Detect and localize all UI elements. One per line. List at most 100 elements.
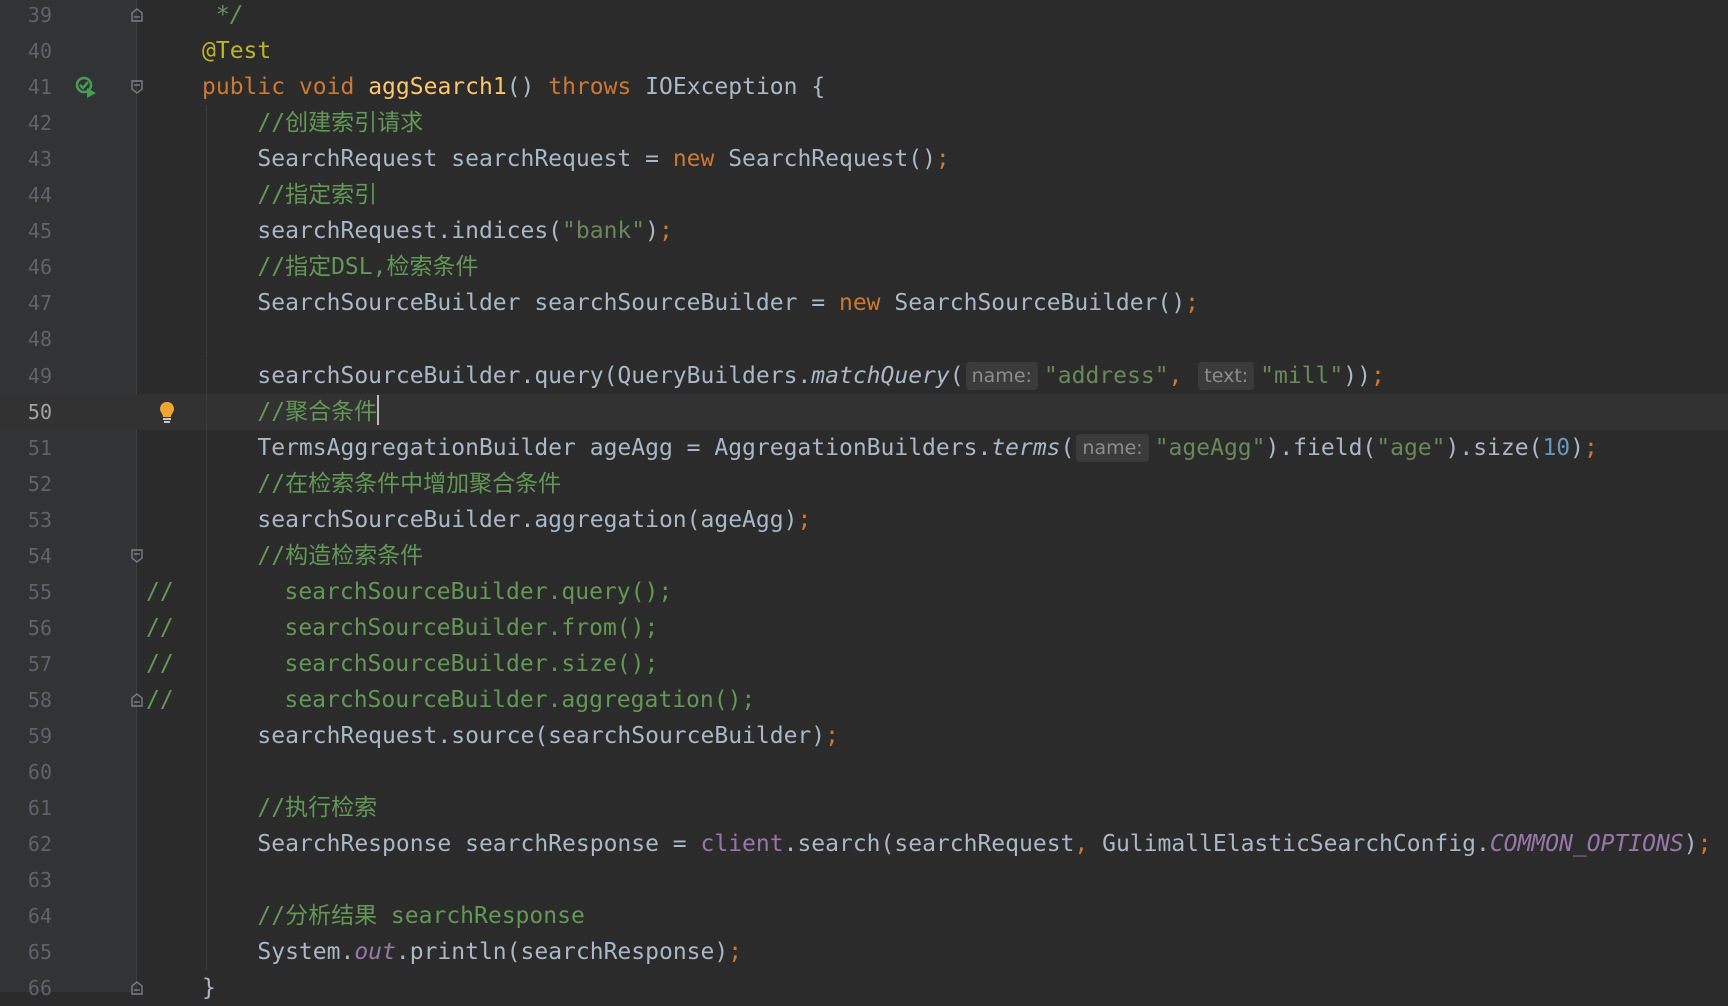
line-number[interactable]: 41 bbox=[0, 69, 52, 105]
code-line[interactable]: 49 searchSourceBuilder.query(QueryBuilde… bbox=[0, 357, 1728, 394]
code-text[interactable]: //聚合条件 bbox=[202, 394, 380, 430]
code-line[interactable]: 62 SearchResponse searchResponse = clien… bbox=[0, 826, 1728, 863]
line-number[interactable]: 61 bbox=[0, 790, 52, 826]
code-text[interactable]: //分析结果 searchResponse bbox=[202, 898, 585, 934]
line-number[interactable]: 62 bbox=[0, 826, 52, 862]
code-text[interactable]: //在检索条件中增加聚合条件 bbox=[202, 466, 561, 502]
line-number[interactable]: 59 bbox=[0, 718, 52, 754]
line-number[interactable]: 65 bbox=[0, 934, 52, 970]
line-number[interactable]: 47 bbox=[0, 285, 52, 321]
code-line[interactable]: 54 //构造检索条件 bbox=[0, 537, 1728, 574]
line-number[interactable]: 51 bbox=[0, 430, 52, 466]
code-text[interactable]: //执行检索 bbox=[202, 790, 377, 826]
code-line[interactable]: 40 @Test bbox=[0, 33, 1728, 69]
code-line[interactable]: 60 bbox=[0, 754, 1728, 791]
line-number[interactable]: 42 bbox=[0, 105, 52, 141]
line-number[interactable]: 66 bbox=[0, 970, 52, 1006]
code-line[interactable]: 52 //在检索条件中增加聚合条件 bbox=[0, 465, 1728, 502]
code-token: ( bbox=[949, 362, 964, 389]
line-number[interactable]: 40 bbox=[0, 33, 52, 69]
fold-toggle-icon[interactable] bbox=[130, 79, 144, 95]
code-token: //分析结果 searchResponse bbox=[202, 903, 585, 930]
code-text[interactable]: */ bbox=[202, 0, 244, 33]
code-text[interactable]: SearchSourceBuilder searchSourceBuilder … bbox=[202, 285, 1199, 321]
code-text[interactable]: searchSourceBuilder.aggregation(ageAgg); bbox=[202, 502, 811, 538]
fold-toggle-icon[interactable] bbox=[130, 692, 144, 708]
code-line[interactable]: 59 searchRequest.source(searchSourceBuil… bbox=[0, 718, 1728, 754]
line-number[interactable]: 50 bbox=[0, 394, 52, 430]
code-line[interactable]: 56 // searchSourceBuilder.from(); bbox=[0, 609, 1728, 646]
code-text[interactable]: //创建索引请求 bbox=[202, 105, 423, 141]
indent-guide bbox=[206, 754, 207, 791]
code-line[interactable]: 66} bbox=[0, 970, 1728, 1006]
code-line[interactable]: 50 //聚合条件 bbox=[0, 393, 1728, 430]
code-line[interactable]: 64 //分析结果 searchResponse bbox=[0, 898, 1728, 935]
code-text[interactable]: SearchResponse searchResponse = client.s… bbox=[202, 826, 1711, 862]
code-text[interactable]: //构造检索条件 bbox=[202, 538, 423, 574]
code-text[interactable]: searchSourceBuilder.query(QueryBuilders.… bbox=[202, 358, 1385, 394]
code-text[interactable]: searchRequest.indices("bank"); bbox=[202, 213, 672, 249]
code-text[interactable]: // searchSourceBuilder.query(); bbox=[146, 574, 672, 610]
code-token: ) bbox=[1683, 831, 1698, 858]
code-editor[interactable]: 39 */40 @Test 41 public void aggSearch1() t… bbox=[0, 0, 1728, 1001]
code-token: SearchResponse searchResponse = bbox=[202, 831, 701, 858]
parameter-hint: text: bbox=[1198, 361, 1255, 390]
code-text[interactable]: // searchSourceBuilder.aggregation(); bbox=[146, 682, 755, 718]
line-number[interactable]: 49 bbox=[0, 358, 52, 394]
code-token: //在检索条件中增加聚合条件 bbox=[202, 470, 562, 497]
line-number[interactable]: 43 bbox=[0, 141, 52, 177]
lightbulb-icon[interactable] bbox=[157, 394, 177, 430]
code-line[interactable]: 47 SearchSourceBuilder searchSourceBuild… bbox=[0, 285, 1728, 322]
line-number[interactable]: 53 bbox=[0, 502, 52, 538]
code-text[interactable]: //指定索引 bbox=[202, 177, 377, 213]
code-text[interactable]: searchRequest.source(searchSourceBuilder… bbox=[202, 718, 839, 754]
line-number[interactable]: 48 bbox=[0, 321, 52, 357]
code-line[interactable]: 39 */ bbox=[0, 0, 1728, 33]
fold-toggle-icon[interactable] bbox=[130, 980, 144, 996]
line-number[interactable]: 64 bbox=[0, 898, 52, 934]
code-line[interactable]: 43 SearchRequest searchRequest = new Sea… bbox=[0, 141, 1728, 178]
code-text[interactable]: SearchRequest searchRequest = new Search… bbox=[202, 141, 949, 177]
code-text[interactable]: } bbox=[202, 970, 216, 1006]
fold-toggle-icon[interactable] bbox=[130, 7, 144, 23]
line-number[interactable]: 63 bbox=[0, 862, 52, 898]
fold-toggle-icon[interactable] bbox=[130, 548, 144, 564]
code-token: new bbox=[838, 290, 881, 317]
run-test-icon[interactable] bbox=[74, 69, 98, 105]
code-line[interactable]: 48 bbox=[0, 321, 1728, 358]
line-number[interactable]: 56 bbox=[0, 610, 52, 646]
code-line[interactable]: 41 public void aggSearch1() throws IOExce… bbox=[0, 69, 1728, 105]
code-line[interactable]: 57 // searchSourceBuilder.size(); bbox=[0, 645, 1728, 682]
code-token: SearchRequest() bbox=[714, 146, 936, 173]
code-text[interactable]: // searchSourceBuilder.from(); bbox=[146, 610, 658, 646]
line-number[interactable]: 45 bbox=[0, 213, 52, 249]
line-number[interactable]: 57 bbox=[0, 646, 52, 682]
code-text[interactable]: //指定DSL,检索条件 bbox=[202, 249, 478, 285]
line-number[interactable]: 58 bbox=[0, 682, 52, 718]
line-number[interactable]: 39 bbox=[0, 0, 52, 33]
code-token: GulimallElasticSearchConfig. bbox=[1088, 831, 1490, 858]
code-text[interactable]: public void aggSearch1() throws IOExcept… bbox=[202, 69, 825, 105]
code-line[interactable]: 51 TermsAggregationBuilder ageAgg = Aggr… bbox=[0, 429, 1728, 466]
code-line[interactable]: 55 // searchSourceBuilder.query(); bbox=[0, 573, 1728, 610]
line-number[interactable]: 55 bbox=[0, 574, 52, 610]
code-token: // searchSourceBuilder.size(); bbox=[146, 650, 659, 677]
line-number[interactable]: 46 bbox=[0, 249, 52, 285]
code-text[interactable]: @Test bbox=[202, 33, 271, 69]
code-text[interactable]: System.out.println(searchResponse); bbox=[202, 934, 742, 970]
code-text[interactable]: TermsAggregationBuilder ageAgg = Aggrega… bbox=[202, 430, 1598, 466]
code-line[interactable]: 58 // searchSourceBuilder.aggregation(); bbox=[0, 681, 1728, 718]
code-line[interactable]: 44 //指定索引 bbox=[0, 177, 1728, 214]
line-number[interactable]: 44 bbox=[0, 177, 52, 213]
line-number[interactable]: 54 bbox=[0, 538, 52, 574]
code-line[interactable]: 63 bbox=[0, 862, 1728, 899]
code-line[interactable]: 42 //创建索引请求 bbox=[0, 105, 1728, 142]
code-line[interactable]: 46 //指定DSL,检索条件 bbox=[0, 249, 1728, 286]
code-line[interactable]: 65 System.out.println(searchResponse); bbox=[0, 934, 1728, 971]
code-line[interactable]: 61 //执行检索 bbox=[0, 790, 1728, 827]
line-number[interactable]: 52 bbox=[0, 466, 52, 502]
code-line[interactable]: 53 searchSourceBuilder.aggregation(ageAg… bbox=[0, 501, 1728, 538]
code-line[interactable]: 45 searchRequest.indices("bank"); bbox=[0, 213, 1728, 250]
code-text[interactable]: // searchSourceBuilder.size(); bbox=[146, 646, 658, 682]
line-number[interactable]: 60 bbox=[0, 754, 52, 790]
